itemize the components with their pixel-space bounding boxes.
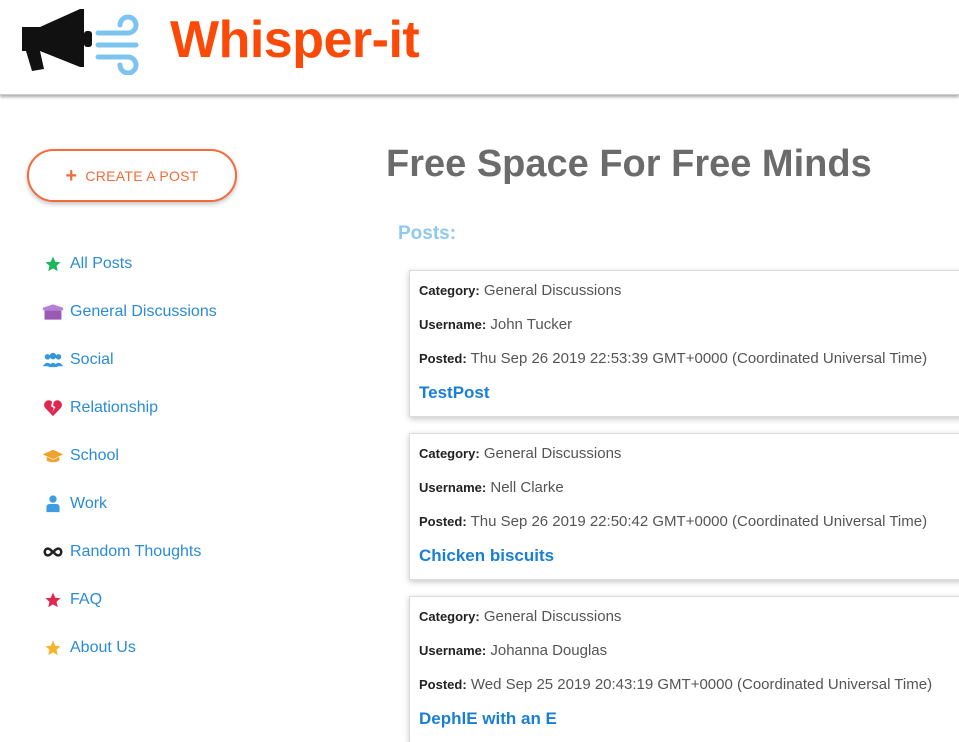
post-date-row: Posted: Wed Sep 25 2019 20:43:19 GMT+000… [419, 675, 959, 709]
username-label: Username: [419, 317, 487, 332]
users-icon [42, 349, 64, 371]
category-label: Category: [419, 609, 480, 624]
post-category-row: Category: General Discussions [419, 444, 959, 478]
sidebar-item-label: School [70, 447, 119, 464]
sidebar-item-label: Work [70, 495, 108, 512]
infinity-icon [42, 541, 64, 563]
post-card: Category: General Discussions Username: … [409, 596, 959, 742]
sidebar-item-all-posts[interactable]: All Posts [42, 240, 217, 288]
post-card: Category: General Discussions Username: … [409, 270, 959, 417]
sidebar-item-label: FAQ [70, 591, 103, 608]
post-category: General Discussions [483, 445, 622, 462]
post-username: John Tucker [490, 316, 573, 333]
sidebar-item-general-discussions[interactable]: General Discussions [42, 288, 217, 336]
sidebar-item-about-us[interactable]: About Us [42, 624, 217, 672]
sidebar-item-faq[interactable]: FAQ [42, 576, 217, 624]
post-title-link[interactable]: TestPost [419, 383, 490, 403]
post-username: Johanna Douglas [490, 642, 608, 659]
post-date-row: Posted: Thu Sep 26 2019 22:53:39 GMT+000… [419, 349, 959, 383]
star-icon [42, 637, 64, 659]
post-username: Nell Clarke [490, 479, 564, 496]
plus-icon: + [65, 164, 78, 187]
create-post-label: CREATE A POST [85, 167, 199, 184]
create-post-button[interactable]: + CREATE A POST [27, 149, 237, 202]
star-icon [42, 589, 64, 611]
post-category: General Discussions [483, 282, 622, 299]
posted-label: Posted: [419, 351, 467, 366]
worker-icon [42, 493, 64, 515]
sidebar-item-school[interactable]: School [42, 432, 217, 480]
page-title: Free Space For Free Minds [386, 143, 872, 185]
sidebar-item-label: All Posts [70, 255, 133, 272]
box-icon [42, 301, 64, 323]
category-label: Category: [419, 283, 480, 298]
post-date-row: Posted: Thu Sep 26 2019 22:50:42 GMT+000… [419, 512, 959, 546]
sidebar-item-label: General Discussions [70, 303, 217, 320]
site-header: Whisper-it [0, 0, 959, 95]
sidebar-item-work[interactable]: Work [42, 480, 217, 528]
sidebar-item-label: Random Thoughts [70, 543, 202, 560]
sidebar-item-social[interactable]: Social [42, 336, 217, 384]
sidebar-nav: All Posts General Discussions Social Rel… [42, 240, 217, 672]
sidebar-item-relationship[interactable]: Relationship [42, 384, 217, 432]
sidebar-item-random-thoughts[interactable]: Random Thoughts [42, 528, 217, 576]
post-card: Category: General Discussions Username: … [409, 433, 959, 580]
post-category-row: Category: General Discussions [419, 607, 959, 641]
graduation-cap-icon [42, 445, 64, 467]
site-brand[interactable]: Whisper-it [170, 14, 420, 66]
post-username-row: Username: Johanna Douglas [419, 641, 959, 675]
broken-heart-icon [42, 397, 64, 419]
post-date: Thu Sep 26 2019 22:50:42 GMT+0000 (Coord… [470, 513, 928, 530]
posted-label: Posted: [419, 514, 467, 529]
megaphone-icon[interactable] [18, 5, 148, 75]
category-label: Category: [419, 446, 480, 461]
sidebar-item-label: Relationship [70, 399, 159, 416]
post-date: Wed Sep 25 2019 20:43:19 GMT+0000 (Coord… [470, 676, 933, 693]
post-category: General Discussions [483, 608, 622, 625]
post-title-link[interactable]: DephlE with an E [419, 709, 557, 729]
post-date: Thu Sep 26 2019 22:53:39 GMT+0000 (Coord… [470, 350, 928, 367]
posted-label: Posted: [419, 677, 467, 692]
username-label: Username: [419, 480, 487, 495]
posts-heading: Posts: [398, 223, 457, 244]
sidebar-item-label: Social [70, 351, 114, 368]
star-icon [42, 253, 64, 275]
sidebar-item-label: About Us [70, 639, 136, 656]
post-title-link[interactable]: Chicken biscuits [419, 546, 554, 566]
post-username-row: Username: John Tucker [419, 315, 959, 349]
username-label: Username: [419, 643, 487, 658]
post-category-row: Category: General Discussions [419, 281, 959, 315]
post-username-row: Username: Nell Clarke [419, 478, 959, 512]
